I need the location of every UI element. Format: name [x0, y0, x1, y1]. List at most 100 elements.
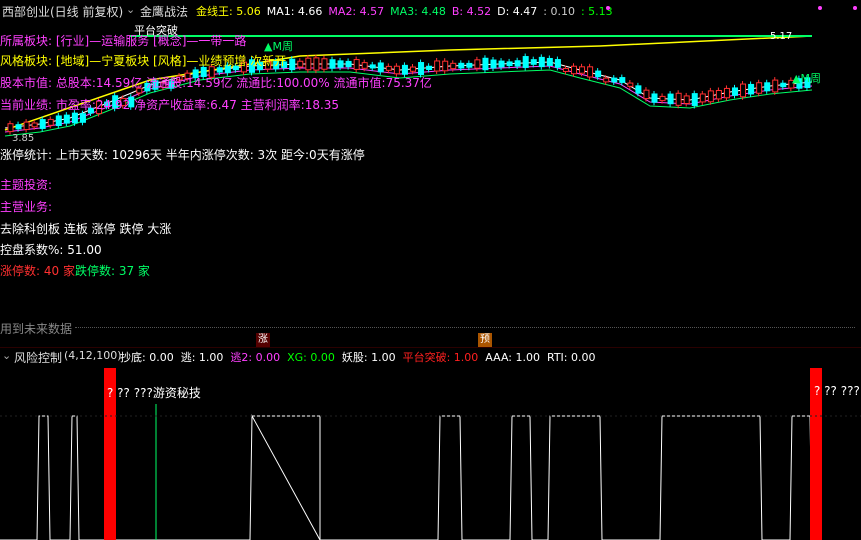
candle-body	[482, 57, 489, 71]
pre-marker[interactable]: 预	[478, 333, 492, 347]
candle-body	[337, 60, 344, 68]
candle-body	[31, 122, 38, 128]
future-data-line: 用到未来数据	[0, 322, 73, 336]
candle-body	[55, 115, 62, 127]
lower-readout-0: 抄底: 0.00	[120, 351, 174, 364]
candle-body	[458, 62, 465, 69]
candle-body	[659, 95, 666, 102]
lower-label-right: ? ?? ???	[814, 384, 860, 398]
signal-dot	[853, 6, 857, 10]
candle-body	[369, 64, 376, 69]
candle-body	[740, 83, 747, 98]
candle-body	[345, 60, 352, 68]
candle-body	[7, 123, 14, 133]
control-line: 控盘系数%: 51.00	[0, 243, 102, 257]
candle-body	[691, 93, 698, 106]
candle-body	[450, 62, 457, 70]
candle-body	[514, 60, 521, 67]
candle-body	[587, 66, 594, 78]
filter-line: 去除科创板 连板 涨停 跌停 大涨	[0, 222, 172, 236]
price-high-label: 5.17	[770, 31, 793, 42]
candle-body	[675, 92, 682, 106]
count-line: 涨停数: 40 家跌停数: 37 家	[0, 262, 150, 279]
m-week-label-2: ▲M周	[792, 72, 821, 85]
down-count-label: 跌停数:	[74, 264, 116, 278]
candle-body	[353, 59, 360, 70]
candle-body	[329, 59, 336, 69]
candle-body	[361, 62, 368, 69]
performance-line: 当前业绩: 市盈率:24.92 净资产收益率:6.47 主营利润率:18.35	[0, 98, 340, 112]
lower-readout-2: 逃2: 0.00	[230, 351, 281, 364]
candle-body	[554, 59, 561, 68]
candle-body	[683, 95, 690, 105]
future-data-dotline	[75, 327, 855, 329]
candle-body	[377, 62, 384, 73]
candle-body	[635, 85, 642, 94]
candle-body	[321, 58, 328, 70]
candle-body	[305, 57, 312, 71]
candle-body	[426, 65, 433, 70]
lower-readouts: 抄底: 0.00 逃: 1.00 逃2: 0.00 XG: 0.00 妖股: 1.00 平…	[120, 349, 603, 365]
candle-body	[71, 112, 78, 124]
price-chart[interactable]	[0, 0, 861, 140]
candle-body	[490, 59, 497, 69]
lower-panel-header: ⌄ 风险控制 (4,12,100) 抄底: 0.00 逃: 1.00 逃2: 0.0…	[0, 348, 861, 365]
candle-body	[79, 113, 86, 123]
candle-body	[643, 89, 650, 100]
candle-body	[546, 57, 553, 67]
candle-body	[442, 60, 449, 72]
candle-body	[23, 121, 30, 131]
candle-body	[699, 93, 706, 103]
candle-body	[780, 82, 787, 88]
candle-body	[39, 119, 46, 129]
candle-body	[63, 114, 70, 124]
candle-body	[651, 93, 658, 103]
lower-label-left: ? ?? ???游资秘技	[107, 386, 201, 400]
candle-body	[313, 57, 320, 71]
up-count-value: 40 家	[43, 264, 75, 278]
up-limit-marker[interactable]: 涨	[256, 333, 270, 347]
candle-body	[732, 87, 738, 96]
candle-body	[289, 58, 296, 71]
candle-body	[571, 65, 577, 75]
up-count-label: 涨停数:	[0, 264, 41, 278]
down-count-value: 37 家	[118, 264, 150, 278]
candle-body	[410, 66, 416, 72]
main-business-line: 主营业务:	[0, 200, 53, 214]
candle-body	[723, 87, 730, 99]
lower-readout-1: 逃: 1.00	[180, 351, 224, 364]
candle-body	[562, 67, 569, 73]
candle-body	[474, 59, 481, 69]
candle-body	[764, 82, 771, 92]
candle-body	[603, 77, 610, 83]
candle-body	[595, 70, 602, 78]
limit-stats-line: 涨停统计: 上市天数: 10296天 半年内涨停次数: 3次 距今:0天有涨停	[0, 148, 365, 162]
candle-body	[498, 60, 505, 68]
risk-step-line	[0, 414, 813, 540]
style-line: 风格板块: [地域]—宁夏板块 [风格]—业绩预增 次新开	[0, 54, 287, 68]
candle-body	[418, 62, 425, 75]
candle-body	[506, 61, 513, 67]
lower-indicator-params: (4,12,100)	[64, 349, 122, 362]
candle-body	[756, 82, 763, 94]
candle-body	[466, 62, 473, 68]
candle-body	[385, 65, 392, 71]
lower-readout-5: 平台突破: 1.00	[402, 351, 479, 364]
candle-body	[611, 77, 618, 83]
candle-body	[522, 56, 529, 68]
chevron-down-icon[interactable]: ⌄	[2, 349, 11, 362]
candle-body	[627, 82, 634, 87]
candle-body	[297, 60, 304, 68]
candle-body	[667, 93, 674, 105]
price-low-label: 3.85	[12, 133, 35, 144]
candle-body	[715, 89, 722, 100]
sector-line: 所属板块: [行业]—运输服务 [概念]—一带一路	[0, 34, 247, 48]
lower-readout-3: XG: 0.00	[287, 351, 335, 364]
lower-readout-6: AAA: 1.00	[485, 351, 540, 364]
candle-body	[47, 118, 54, 126]
candle-body	[579, 66, 586, 74]
candle-body	[393, 65, 400, 75]
candle-body	[434, 60, 441, 72]
candle-body	[538, 56, 545, 68]
candle-body	[772, 79, 779, 93]
